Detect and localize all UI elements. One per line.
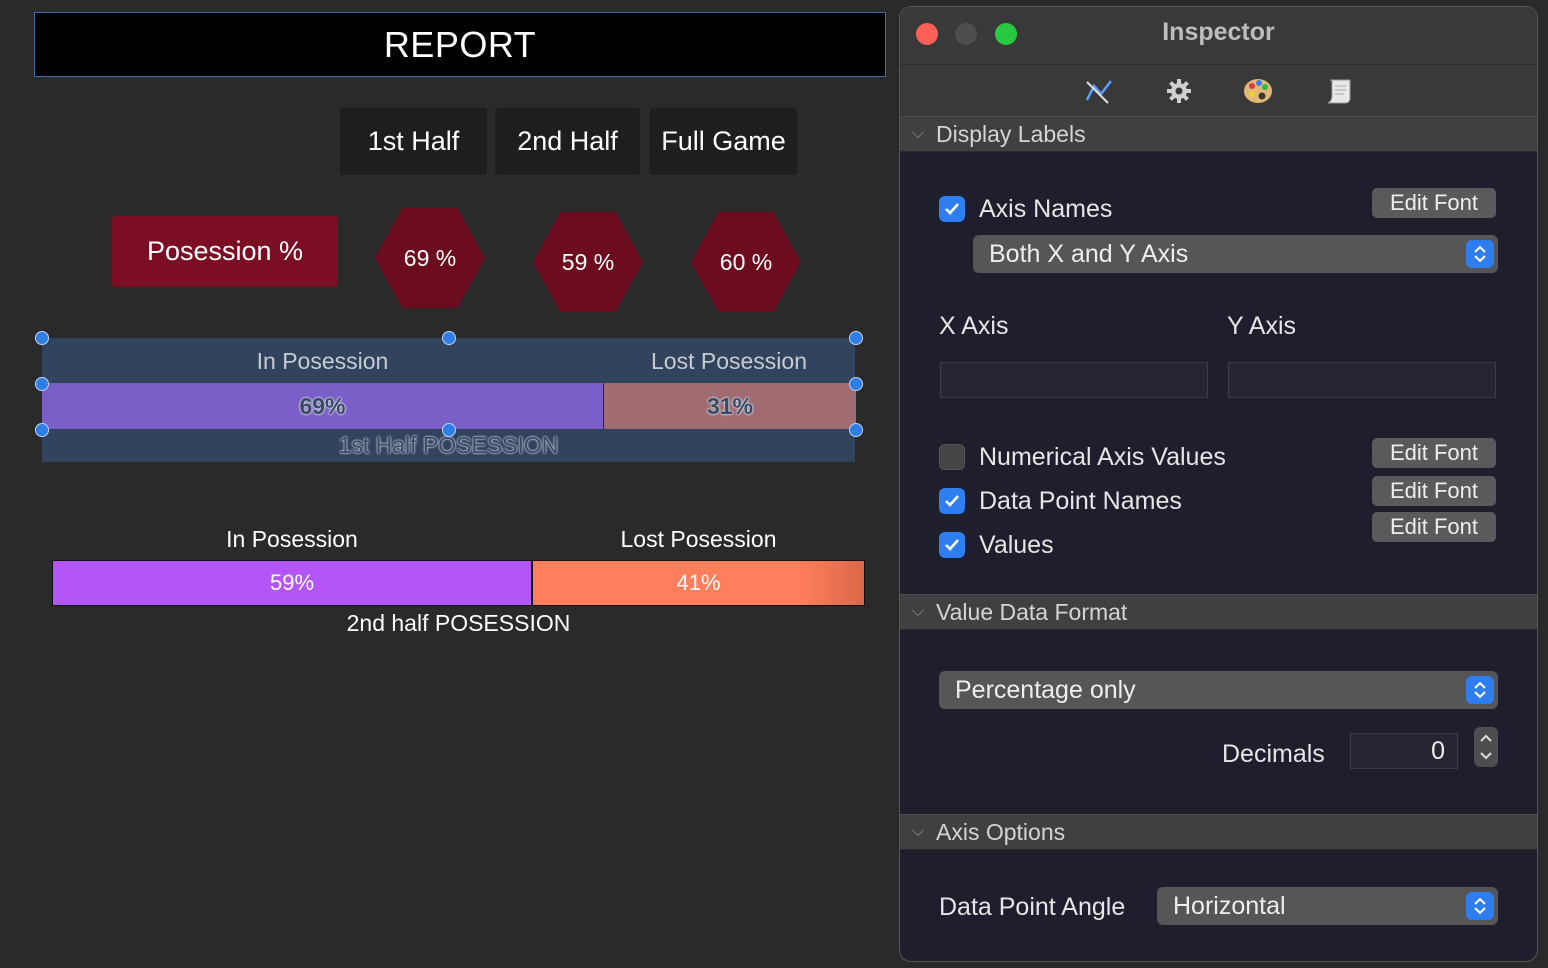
script-icon[interactable] bbox=[1321, 73, 1357, 109]
chart2-x-label: 2nd half POSESSION bbox=[346, 610, 571, 636]
value-format-select[interactable]: Percentage only bbox=[939, 671, 1498, 709]
chart2-bar-in-possession[interactable]: 59% bbox=[52, 560, 532, 606]
chart1-header-lost-possession: Lost Posession bbox=[651, 348, 807, 374]
up-down-arrows-icon bbox=[1466, 240, 1494, 268]
up-down-arrows-icon bbox=[1466, 676, 1494, 704]
tab-1st-half[interactable]: 1st Half bbox=[340, 108, 487, 175]
inspector-window: Inspector ⌵ Display Labels Axis Names Ed… bbox=[899, 6, 1538, 962]
values-label: Values bbox=[979, 531, 1054, 559]
numerical-axis-values-checkbox[interactable] bbox=[939, 444, 965, 470]
resize-handle-middle-left[interactable] bbox=[35, 377, 49, 391]
resize-handle-bottom-center[interactable] bbox=[442, 423, 456, 437]
values-edit-font-button[interactable]: Edit Font bbox=[1372, 512, 1496, 542]
chevron-down-icon: ⌵ bbox=[911, 603, 925, 620]
axis-names-label: Axis Names bbox=[979, 195, 1113, 223]
resize-handle-top-left[interactable] bbox=[35, 331, 49, 345]
chart2-value-lost: 41% bbox=[676, 570, 721, 595]
numerical-axis-edit-font-button[interactable]: Edit Font bbox=[1372, 438, 1496, 468]
chart1-bar-lost-possession: 31% bbox=[603, 383, 856, 429]
decimals-field[interactable]: 0 bbox=[1350, 733, 1458, 769]
data-point-names-label: Data Point Names bbox=[979, 487, 1182, 515]
data-point-angle-select-value: Horizontal bbox=[1173, 891, 1286, 920]
chart1-value-lost: 31% bbox=[706, 392, 754, 419]
y-axis-name-field[interactable] bbox=[1228, 362, 1496, 398]
resize-handle-top-center[interactable] bbox=[442, 331, 456, 345]
palette-icon[interactable] bbox=[1241, 73, 1277, 109]
x-axis-name-field[interactable] bbox=[940, 362, 1208, 398]
y-axis-label: Y Axis bbox=[1227, 312, 1297, 340]
axis-names-select[interactable]: Both X and Y Axis bbox=[973, 235, 1498, 273]
resize-handle-middle-right[interactable] bbox=[849, 377, 863, 391]
chart2-header-lost-possession: Lost Posession bbox=[620, 526, 777, 552]
axis-options-title: Axis Options bbox=[936, 818, 1066, 845]
report-title[interactable]: REPORT bbox=[34, 12, 886, 77]
chart1-value-in: 69% bbox=[299, 392, 346, 419]
inspector-title: Inspector bbox=[1162, 18, 1275, 46]
resize-handle-top-right[interactable] bbox=[849, 331, 863, 345]
decimals-label: Decimals bbox=[1222, 740, 1325, 768]
axis-options-section-header[interactable]: ⌵ Axis Options bbox=[900, 814, 1537, 850]
data-point-angle-select[interactable]: Horizontal bbox=[1157, 887, 1498, 925]
tab-full-game[interactable]: Full Game bbox=[650, 108, 797, 175]
chart2-header-in-possession: In Posession bbox=[226, 526, 358, 552]
value-data-format-section-header[interactable]: ⌵ Value Data Format bbox=[900, 594, 1537, 630]
chart2-value-in: 59% bbox=[269, 570, 315, 595]
inspector-titlebar[interactable]: Inspector bbox=[900, 7, 1537, 64]
resize-handle-bottom-right[interactable] bbox=[849, 423, 863, 437]
x-axis-label: X Axis bbox=[939, 312, 1009, 340]
resize-handle-bottom-left[interactable] bbox=[35, 423, 49, 437]
decimals-stepper[interactable] bbox=[1474, 727, 1498, 767]
display-labels-section-header[interactable]: ⌵ Display Labels bbox=[900, 116, 1537, 152]
gear-icon[interactable] bbox=[1161, 73, 1197, 109]
axis-names-select-value: Both X and Y Axis bbox=[989, 239, 1189, 268]
chart-icon[interactable] bbox=[1081, 73, 1117, 109]
chevron-down-icon: ⌵ bbox=[911, 125, 925, 142]
chart1-header-in-possession: In Posession bbox=[256, 348, 389, 374]
chart2-bar-lost-possession[interactable]: 41% bbox=[532, 560, 865, 606]
value-data-format-title: Value Data Format bbox=[936, 598, 1128, 625]
first-half-possession-chart[interactable]: In Posession Lost Posession 69% 31% 1st … bbox=[42, 338, 856, 462]
numerical-axis-values-label: Numerical Axis Values bbox=[979, 443, 1226, 471]
up-down-arrows-icon bbox=[1466, 892, 1494, 920]
chart1-bar-in-possession: 69% bbox=[42, 383, 603, 429]
axis-names-checkbox[interactable] bbox=[939, 196, 965, 222]
axis-names-edit-font-button[interactable]: Edit Font bbox=[1372, 188, 1496, 218]
possession-label: Posession % bbox=[112, 216, 338, 287]
values-checkbox[interactable] bbox=[939, 532, 965, 558]
data-point-names-edit-font-button[interactable]: Edit Font bbox=[1372, 476, 1496, 506]
value-format-select-value: Percentage only bbox=[955, 675, 1136, 704]
chevron-down-icon: ⌵ bbox=[911, 823, 925, 840]
checkmark-icon bbox=[945, 495, 959, 507]
data-point-names-checkbox[interactable] bbox=[939, 488, 965, 514]
hex-1st-half-value: 69 % bbox=[375, 208, 485, 308]
hex-full-game-value: 60 % bbox=[691, 212, 801, 312]
display-labels-title: Display Labels bbox=[936, 120, 1086, 147]
stepper-arrows-icon bbox=[1480, 734, 1492, 760]
hex-2nd-half-value: 59 % bbox=[533, 212, 643, 312]
tab-2nd-half[interactable]: 2nd Half bbox=[495, 108, 640, 175]
inspector-toolbar bbox=[900, 64, 1537, 117]
data-point-angle-label: Data Point Angle bbox=[939, 893, 1126, 921]
checkmark-icon bbox=[945, 203, 959, 215]
checkmark-icon bbox=[945, 539, 959, 551]
